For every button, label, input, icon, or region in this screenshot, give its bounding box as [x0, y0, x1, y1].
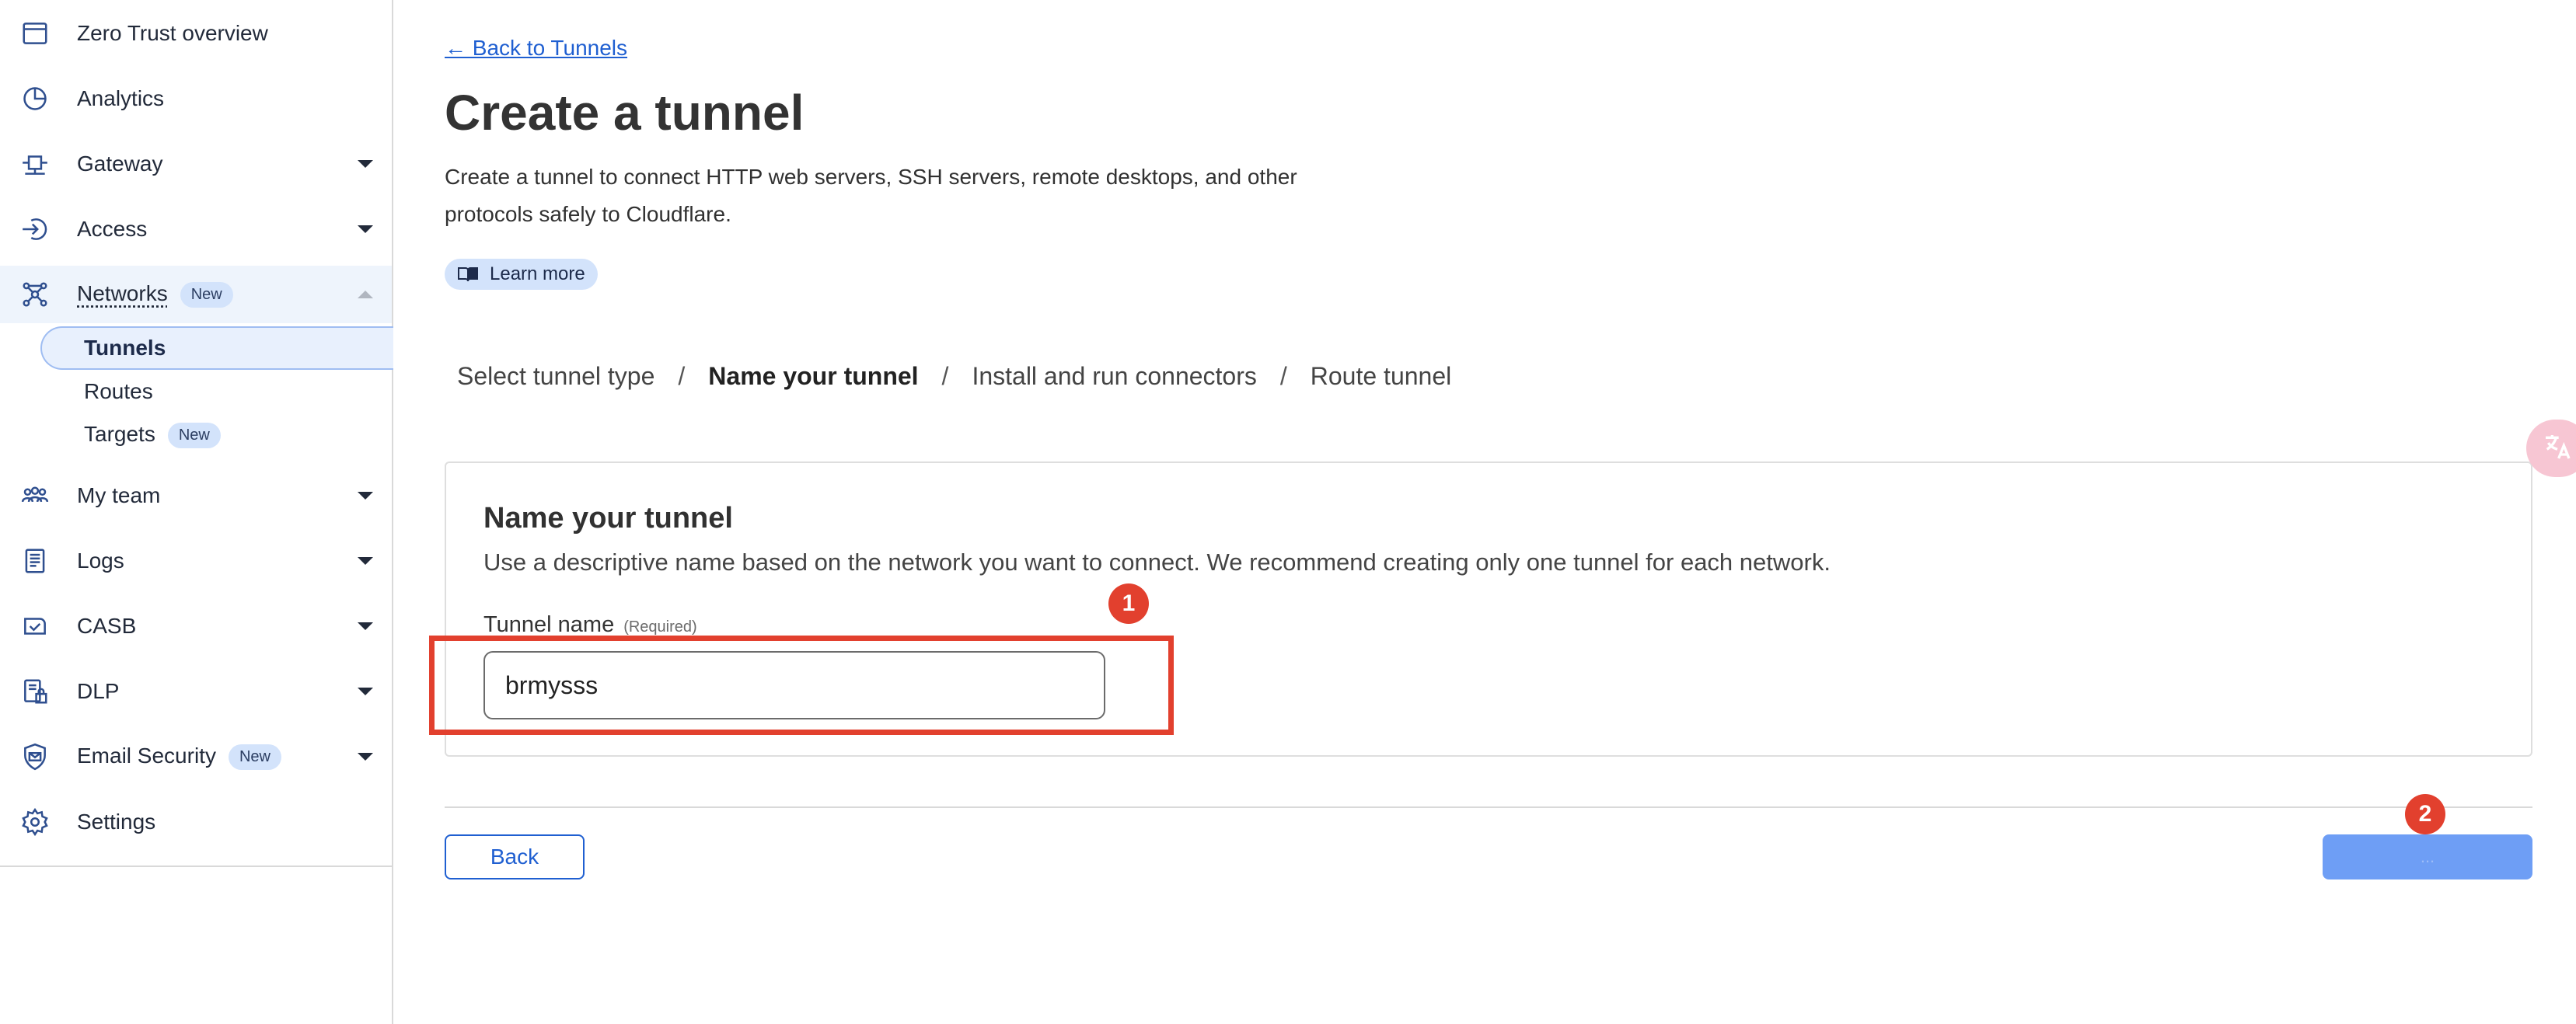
step-select-tunnel-type: Select tunnel type	[457, 362, 655, 390]
sidebar-item-access[interactable]: Access	[0, 200, 392, 258]
chevron-down-icon	[358, 225, 373, 233]
sidebar-divider	[0, 866, 392, 867]
tunnel-name-label: Tunnel name (Required)	[483, 612, 697, 638]
sidebar-item-label: Settings	[77, 810, 156, 834]
translate-floating-button[interactable]	[2526, 420, 2576, 477]
page-description: Create a tunnel to connect HTTP web serv…	[445, 165, 1297, 226]
sidebar-item-dlp[interactable]: DLP	[0, 663, 392, 720]
step-separator: /	[1279, 362, 1287, 390]
new-badge: New	[180, 282, 233, 308]
gateway-icon	[20, 149, 50, 179]
sidebar-item-zero-trust-overview[interactable]: Zero Trust overview	[0, 5, 392, 62]
step-separator: /	[678, 362, 686, 390]
networks-label-text: Networks	[77, 280, 168, 305]
sidebar-item-label: Analytics	[77, 86, 165, 110]
sidebar-item-gateway[interactable]: Gateway	[0, 135, 392, 193]
sidebar-subitem-targets[interactable]: Targets New	[40, 413, 393, 457]
team-users-icon	[20, 481, 50, 510]
sidebar-item-label: DLP	[77, 679, 120, 703]
sidebar-item-label: My team	[77, 483, 161, 507]
targets-label-text: Targets	[84, 421, 155, 446]
sidebar-item-logs[interactable]: Logs	[0, 532, 392, 590]
sidebar-item-email-security[interactable]: Email Security New	[0, 728, 392, 785]
learn-more-label: Learn more	[490, 263, 585, 284]
chevron-down-icon	[358, 622, 373, 630]
chevron-down-icon	[358, 688, 373, 695]
learn-more-button[interactable]: Learn more	[445, 259, 598, 290]
gear-icon	[20, 807, 50, 837]
book-icon	[457, 265, 479, 284]
back-to-tunnels-link[interactable]: ← Back to Tunnels	[445, 36, 627, 61]
sidebar-item-settings[interactable]: Settings	[0, 793, 392, 851]
wizard-steps-breadcrumb: Select tunnel type / Name your tunnel / …	[457, 362, 1451, 391]
new-badge: New	[167, 423, 221, 449]
sidebar: Zero Trust overview Analytics Gateway Ac…	[0, 0, 393, 1024]
sidebar-item-label: Logs	[77, 549, 124, 573]
sidebar-item-label: CASB	[77, 614, 137, 638]
next-button[interactable]: ...	[2323, 834, 2532, 879]
sidebar-item-networks[interactable]: Networks New	[0, 266, 392, 323]
annotation-highlight-box	[429, 636, 1174, 735]
translate-icon	[2542, 431, 2573, 466]
step-name-your-tunnel: Name your tunnel	[708, 362, 919, 390]
access-login-icon	[20, 214, 50, 244]
annotation-marker-1: 1	[1108, 583, 1149, 624]
chevron-up-icon	[358, 291, 373, 298]
dlp-lock-document-icon	[20, 677, 50, 706]
back-button[interactable]: Back	[445, 834, 585, 879]
casb-check-icon	[20, 611, 50, 641]
sidebar-item-label: Zero Trust overview	[77, 21, 268, 45]
footer-divider	[445, 806, 2532, 808]
chevron-down-icon	[358, 557, 373, 565]
step-route-tunnel: Route tunnel	[1310, 362, 1452, 390]
required-hint: (Required)	[623, 618, 697, 636]
tunnel-name-label-text: Tunnel name	[483, 612, 615, 637]
email-shield-icon	[20, 742, 50, 771]
card-title: Name your tunnel	[483, 502, 733, 535]
annotation-marker-2: 2	[2405, 794, 2445, 834]
chevron-down-icon	[358, 492, 373, 500]
network-nodes-icon	[20, 280, 50, 309]
sidebar-subitem-routes[interactable]: Routes	[40, 370, 393, 413]
pie-chart-icon	[20, 84, 50, 113]
sidebar-item-label: Email Security New	[77, 743, 281, 771]
step-install-and-run-connectors: Install and run connectors	[972, 362, 1257, 390]
card-description: Use a descriptive name based on the netw…	[483, 549, 1831, 576]
sidebar-subitem-label: Tunnels	[84, 336, 166, 360]
chevron-down-icon	[358, 160, 373, 168]
sidebar-item-label: Gateway	[77, 152, 163, 176]
new-badge: New	[228, 744, 281, 771]
sidebar-subitem-label: Targets New	[84, 421, 221, 449]
sidebar-item-my-team[interactable]: My team	[0, 467, 392, 524]
sidebar-item-label: Access	[77, 217, 148, 241]
sidebar-subitem-label: Routes	[84, 379, 153, 403]
sidebar-item-casb[interactable]: CASB	[0, 597, 392, 655]
step-separator: /	[941, 362, 949, 390]
sidebar-subitem-tunnels[interactable]: Tunnels	[40, 326, 393, 370]
sidebar-item-label: Networks New	[77, 281, 233, 308]
logs-document-icon	[20, 546, 50, 576]
sidebar-item-analytics[interactable]: Analytics	[0, 70, 392, 127]
browser-window-icon	[20, 19, 50, 48]
email-security-label-text: Email Security	[77, 743, 216, 768]
chevron-down-icon	[358, 753, 373, 761]
page-title: Create a tunnel	[445, 85, 805, 141]
